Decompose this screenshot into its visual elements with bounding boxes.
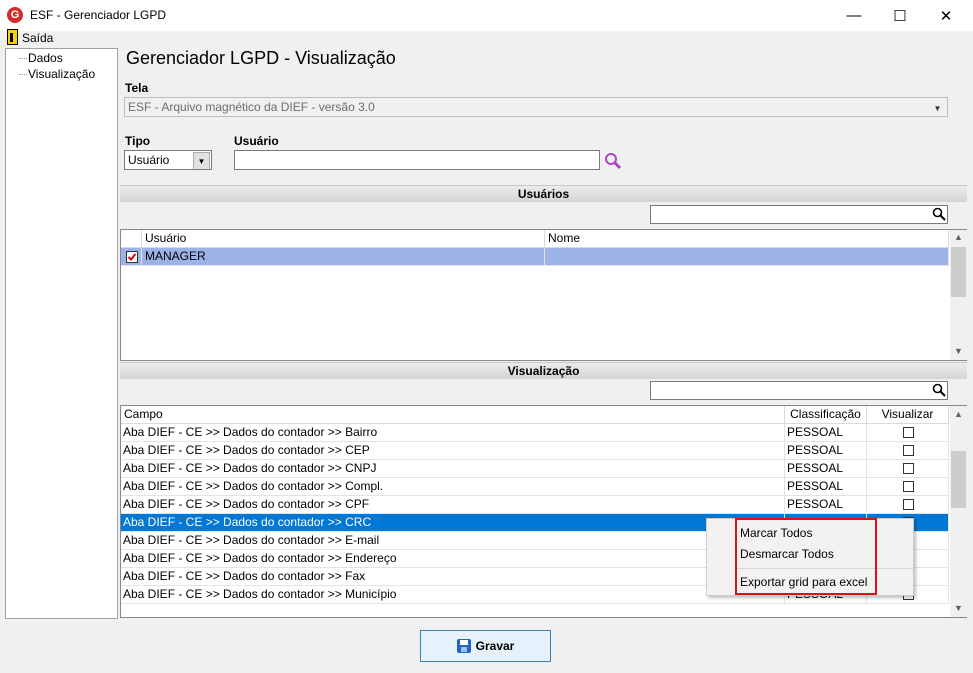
column-header-classificacao[interactable]: Classificação (785, 406, 867, 423)
search-icon[interactable] (932, 207, 946, 221)
search-icon[interactable] (932, 383, 946, 397)
cell-usuario: MANAGER (142, 248, 545, 265)
menu-exit[interactable]: Saída (22, 31, 53, 45)
cell-visualizar (867, 478, 949, 495)
cell-campo: Aba DIEF - CE >> Dados do contador >> CP… (121, 496, 785, 513)
cell-campo: Aba DIEF - CE >> Dados do contador >> CE… (121, 442, 785, 459)
cell-campo: Aba DIEF - CE >> Dados do contador >> Mu… (121, 586, 785, 603)
visual-search-input[interactable] (650, 381, 948, 400)
cell-campo: Aba DIEF - CE >> Dados do contador >> Fa… (121, 568, 785, 585)
table-row[interactable]: Aba DIEF - CE >> Dados do contador >> CN… (121, 460, 949, 478)
cell-classificacao: PESSOAL (785, 442, 867, 459)
table-row[interactable]: Aba DIEF - CE >> Dados do contador >> CE… (121, 442, 949, 460)
save-button-label: Gravar (475, 639, 515, 653)
tela-select[interactable]: ESF - Arquivo magnético da DIEF - versão… (124, 97, 948, 117)
page-title: Gerenciador LGPD - Visualização (126, 48, 396, 68)
cell-classificacao: PESSOAL (785, 460, 867, 477)
minimize-button[interactable]: — (831, 0, 877, 31)
scroll-thumb[interactable] (951, 451, 966, 508)
users-grid: Usuário Nome MANAGER ▲ ▼ (120, 229, 967, 361)
scroll-down-icon[interactable]: ▼ (950, 346, 967, 356)
column-header-visualizar[interactable]: Visualizar (867, 406, 949, 423)
cell-campo: Aba DIEF - CE >> Dados do contador >> En… (121, 550, 785, 567)
checkbox-checked-icon[interactable] (126, 250, 138, 263)
header-indicator (121, 230, 142, 247)
column-header-nome[interactable]: Nome (545, 230, 949, 247)
cell-campo: Aba DIEF - CE >> Dados do contador >> CR… (121, 514, 785, 531)
checkbox-unchecked-icon[interactable] (903, 445, 914, 456)
usuario-label: Usuário (234, 134, 279, 148)
visual-grid-header: Campo Classificação Visualizar (121, 406, 949, 424)
cell-campo: Aba DIEF - CE >> Dados do contador >> E-… (121, 532, 785, 549)
tree-item-visualizacao[interactable]: Visualização (18, 67, 95, 81)
cell-classificacao: PESSOAL (785, 478, 867, 495)
chevron-down-icon: ▼ (193, 152, 210, 169)
table-row[interactable]: Aba DIEF - CE >> Dados do contador >> Ba… (121, 424, 949, 442)
checkbox-unchecked-icon[interactable] (903, 481, 914, 492)
cell-visualizar (867, 460, 949, 477)
app-logo-icon: G (7, 7, 23, 23)
cell-visualizar (867, 496, 949, 513)
save-button[interactable]: Gravar (420, 630, 551, 662)
cell-classificacao: PESSOAL (785, 496, 867, 513)
menu-bar (0, 31, 973, 47)
scroll-up-icon[interactable]: ▲ (950, 409, 967, 419)
chevron-down-icon: ▼ (933, 103, 942, 113)
window-title: ESF - Gerenciador LGPD (30, 8, 167, 22)
checkbox-unchecked-icon[interactable] (903, 427, 914, 438)
cell-visualizar (867, 442, 949, 459)
usuario-input[interactable] (234, 150, 600, 170)
search-icon[interactable] (604, 152, 622, 170)
cell-visualizar (867, 424, 949, 441)
cell-campo: Aba DIEF - CE >> Dados do contador >> CN… (121, 460, 785, 477)
tree-item-dados[interactable]: Dados (19, 51, 63, 65)
users-section-header: Usuários (120, 185, 967, 202)
tela-value: ESF - Arquivo magnético da DIEF - versão… (128, 100, 375, 114)
visual-section-header: Visualização (120, 362, 967, 379)
checkbox-unchecked-icon[interactable] (903, 463, 914, 474)
scroll-thumb[interactable] (951, 247, 966, 297)
table-row[interactable]: MANAGER (121, 248, 949, 266)
users-search-input[interactable] (650, 205, 948, 224)
tipo-select[interactable]: Usuário ▼ (124, 150, 212, 170)
navigation-tree (5, 48, 118, 619)
floppy-disk-icon (456, 639, 471, 653)
users-grid-scrollbar[interactable]: ▲ ▼ (950, 230, 967, 360)
column-header-usuario[interactable]: Usuário (142, 230, 545, 247)
close-button[interactable]: ✕ (923, 0, 969, 31)
tela-label: Tela (125, 81, 149, 95)
cell-campo: Aba DIEF - CE >> Dados do contador >> Ba… (121, 424, 785, 441)
exit-door-icon[interactable] (7, 29, 18, 45)
scroll-up-icon[interactable]: ▲ (950, 232, 967, 242)
cell-campo: Aba DIEF - CE >> Dados do contador >> Co… (121, 478, 785, 495)
row-checkbox[interactable] (121, 248, 142, 265)
tipo-value: Usuário (128, 153, 170, 167)
cell-classificacao: PESSOAL (785, 424, 867, 441)
cell-nome (545, 248, 949, 265)
table-row[interactable]: Aba DIEF - CE >> Dados do contador >> Co… (121, 478, 949, 496)
annotation-highlight-box (735, 518, 877, 595)
scroll-down-icon[interactable]: ▼ (950, 603, 967, 613)
checkbox-unchecked-icon[interactable] (903, 499, 914, 510)
maximize-button[interactable]: ☐ (877, 0, 923, 31)
tipo-label: Tipo (125, 134, 151, 148)
column-header-campo[interactable]: Campo (121, 406, 785, 423)
table-row[interactable]: Aba DIEF - CE >> Dados do contador >> CP… (121, 496, 949, 514)
visual-grid-scrollbar[interactable]: ▲ ▼ (950, 406, 967, 617)
users-grid-header: Usuário Nome (121, 230, 949, 248)
